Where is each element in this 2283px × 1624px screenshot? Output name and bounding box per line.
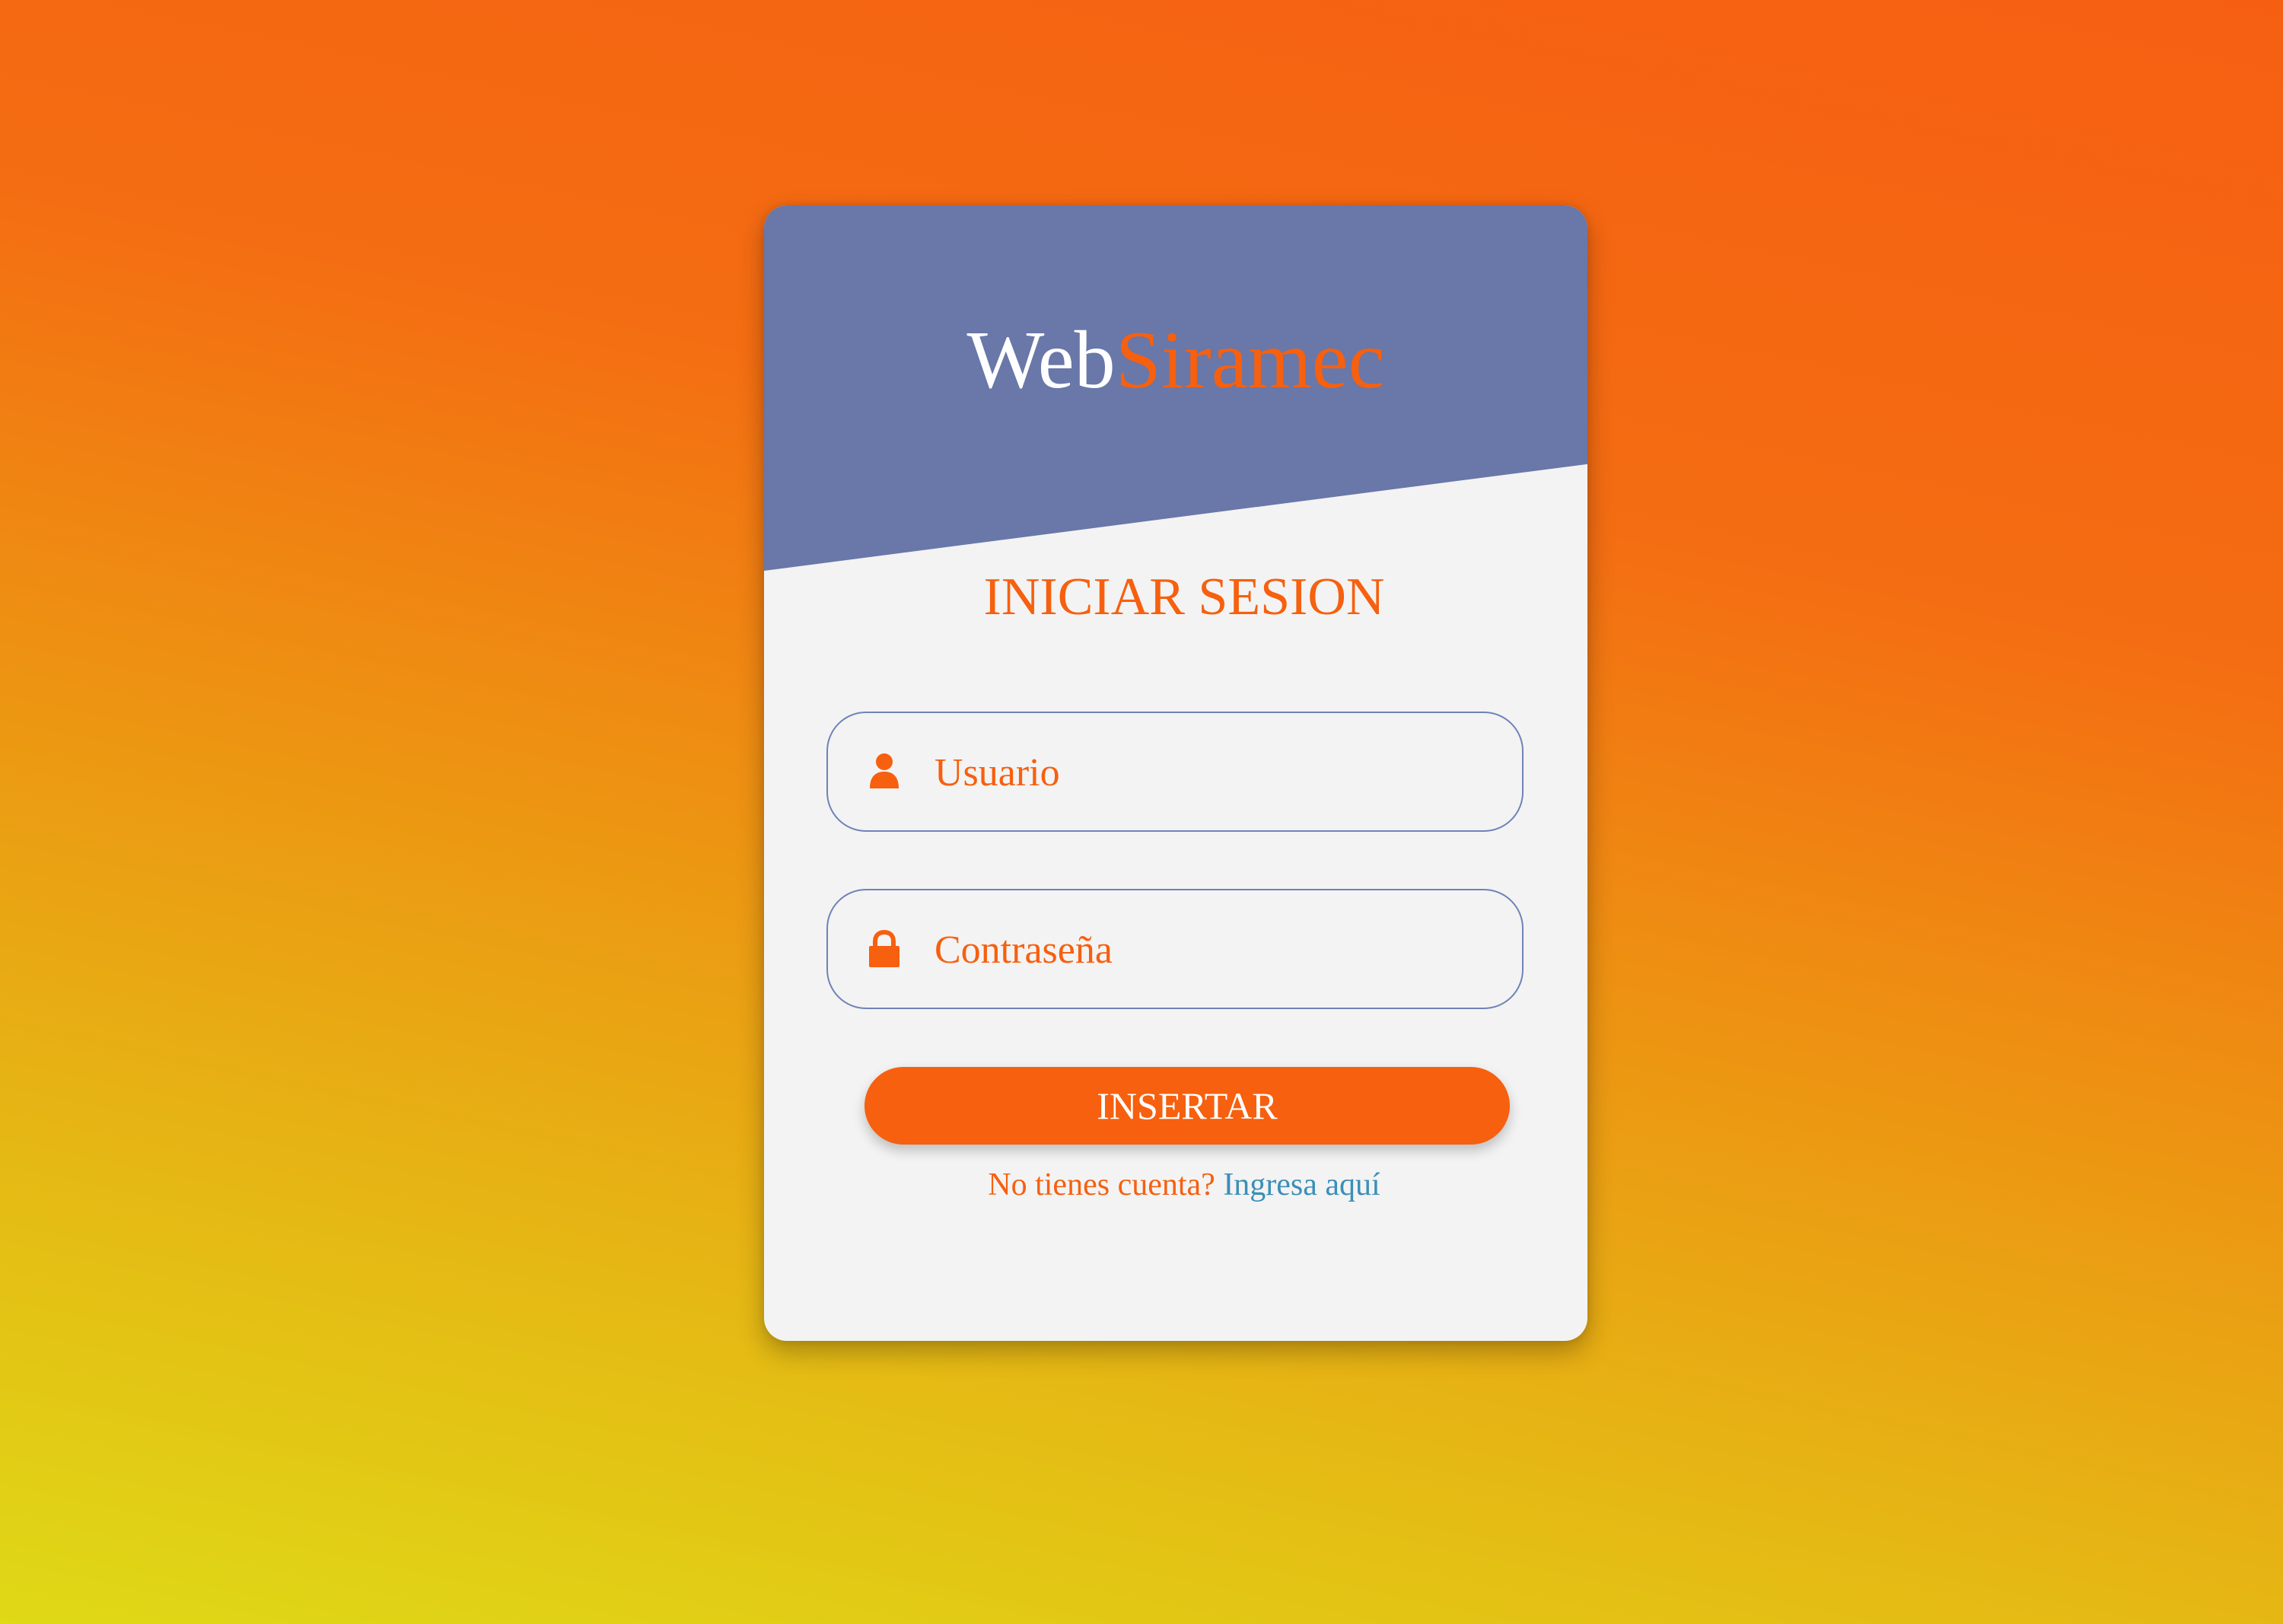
signup-prompt: No tienes cuenta? Ingresa aquí: [764, 1169, 1587, 1201]
brand-web-text: Web: [966, 315, 1116, 406]
insertar-button[interactable]: INSERTAR: [864, 1067, 1510, 1145]
username-field[interactable]: [826, 712, 1524, 832]
signup-question: No tienes cuenta?: [988, 1167, 1215, 1202]
login-title: INICIAR SESION: [983, 568, 1385, 626]
username-input[interactable]: [935, 742, 1482, 803]
user-icon: [869, 753, 900, 791]
password-field[interactable]: [826, 889, 1524, 1009]
brand-siramec-text: Siramec: [1115, 315, 1385, 406]
password-input[interactable]: [935, 919, 1482, 980]
login-card: WebSiramec INICIAR SESION INSERTAR: [764, 205, 1587, 1341]
brand-logo: WebSiramec: [764, 320, 1587, 402]
signup-link[interactable]: Ingresa aquí: [1223, 1167, 1380, 1202]
lock-icon: [869, 930, 900, 968]
